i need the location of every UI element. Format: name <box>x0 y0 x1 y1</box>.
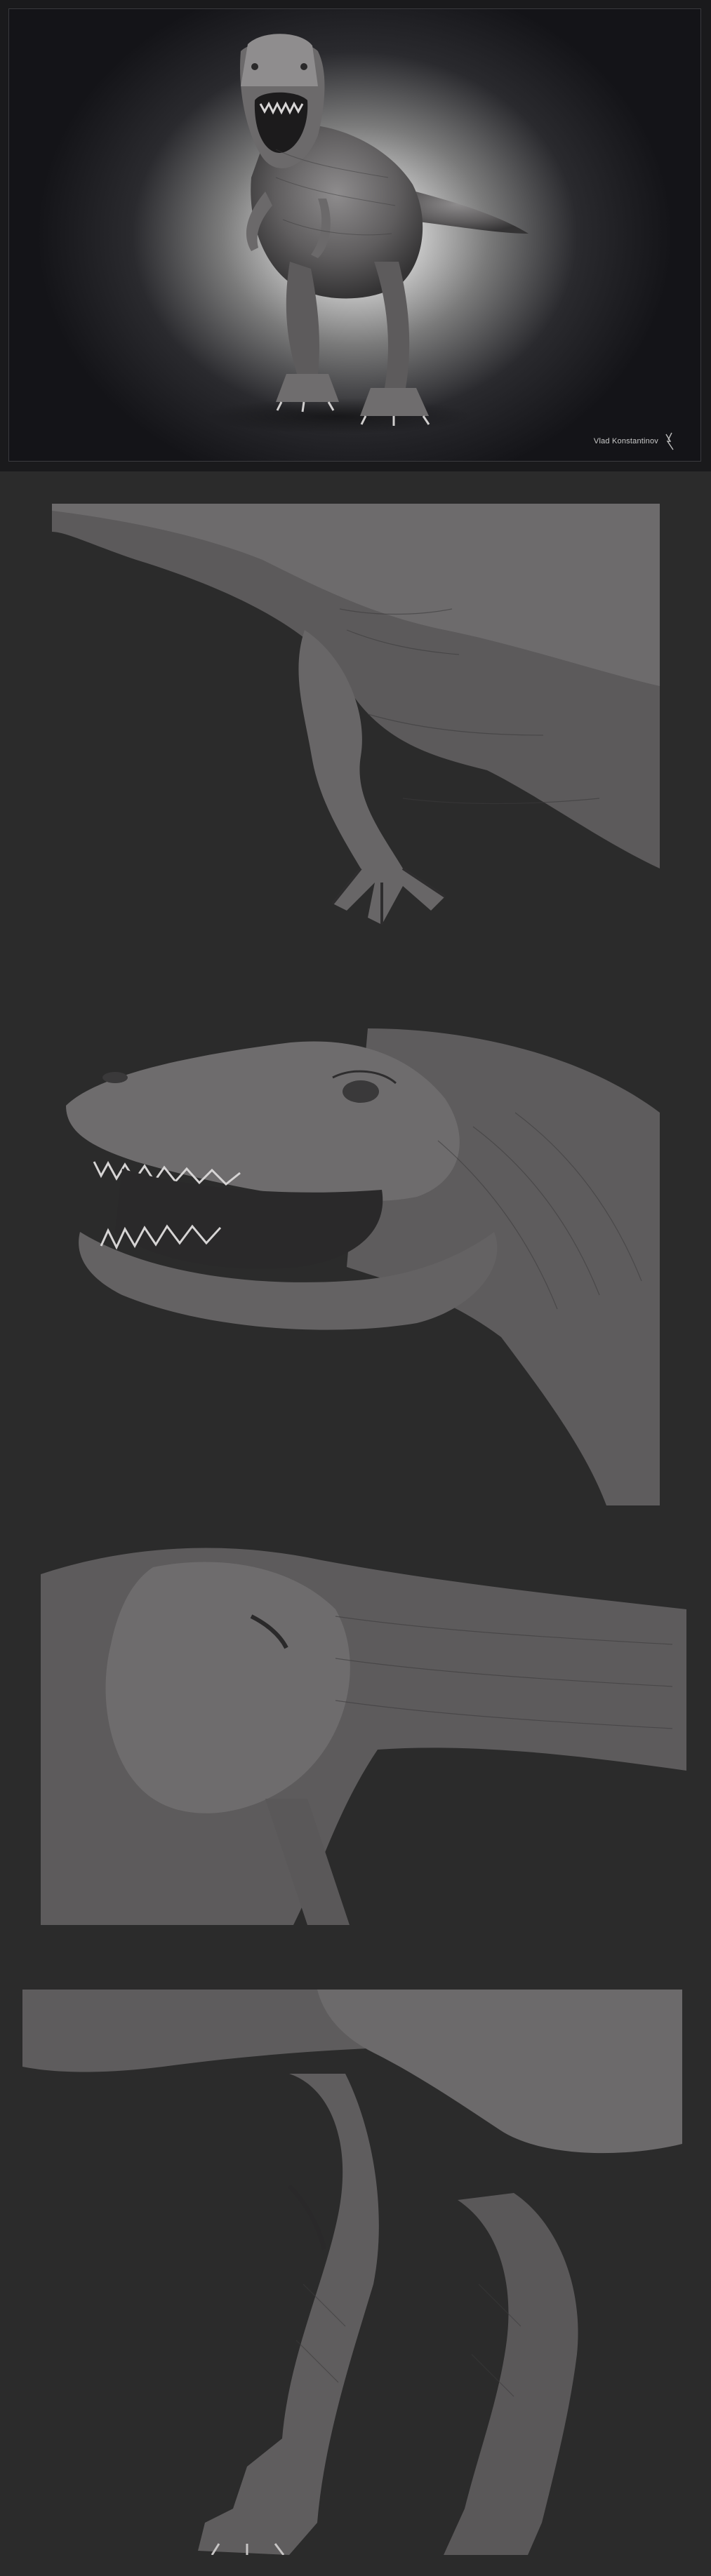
signature-monogram-icon <box>665 432 674 450</box>
legs-detail-image <box>22 1990 682 2555</box>
thigh-detail-panel <box>41 1518 686 1925</box>
hero-render-frame: Vlad Konstantinov <box>8 8 701 462</box>
forearm-detail-panel <box>52 504 660 939</box>
hero-render-panel: Vlad Konstantinov <box>0 0 711 471</box>
head-detail-image <box>52 1000 660 1505</box>
forearm-detail-image <box>52 504 660 939</box>
head-detail-panel <box>52 1000 660 1505</box>
full-body-render-image <box>206 34 529 434</box>
thigh-detail-image <box>41 1518 686 1925</box>
legs-detail-panel <box>22 1990 682 2555</box>
artist-signature: Vlad Konstantinov <box>593 437 658 445</box>
